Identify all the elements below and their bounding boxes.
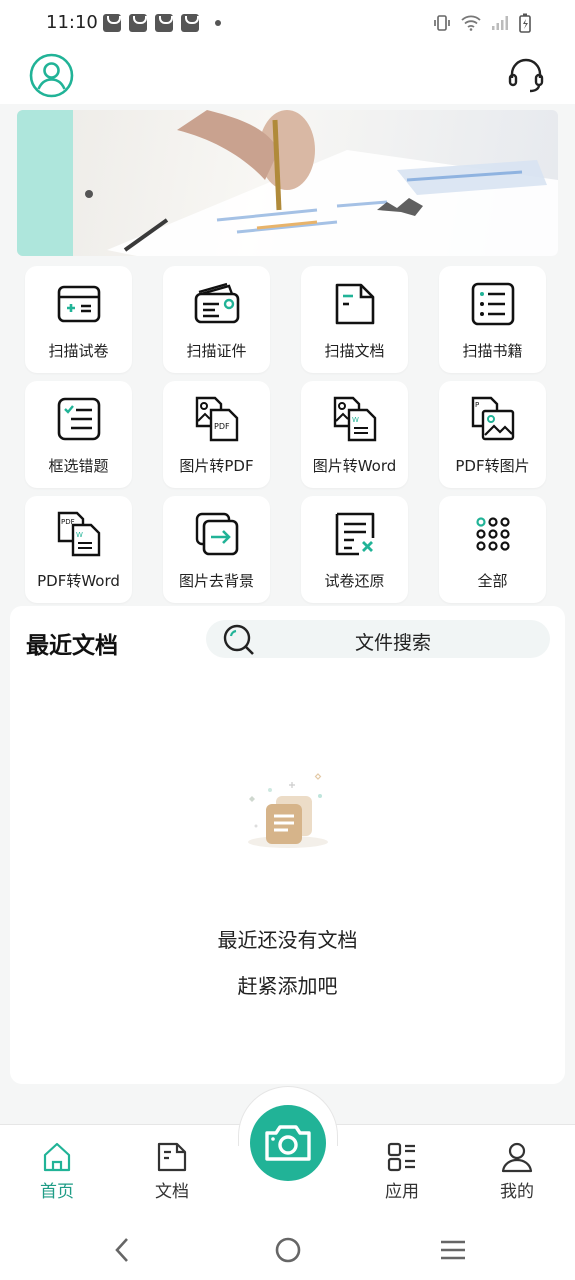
tile-scan-book[interactable]: 扫描书籍 <box>439 266 546 373</box>
shopping-bag-icon <box>129 14 147 32</box>
tile-label: PDF转图片 <box>455 457 530 475</box>
headset-icon[interactable] <box>507 56 545 94</box>
more-notifications-dot-icon <box>215 20 221 26</box>
shopping-bag-icon <box>103 14 121 32</box>
profile-icon <box>501 1142 533 1173</box>
top-bar <box>0 46 575 104</box>
vibrate-icon <box>434 15 450 31</box>
recents-menu-icon[interactable] <box>439 1236 467 1264</box>
shopping-bag-icon <box>181 14 199 32</box>
tile-label: 图片去背景 <box>178 572 254 590</box>
tile-pdf-to-word[interactable]: PDF W PDF转Word <box>25 496 132 603</box>
back-icon[interactable] <box>112 1236 132 1264</box>
nav-label: 应用 <box>385 1182 419 1202</box>
tile-scan-paper[interactable]: 扫描试卷 <box>25 266 132 373</box>
scan-id-icon <box>194 282 239 324</box>
tile-all-apps[interactable]: 全部 <box>439 496 546 603</box>
tile-label: 试卷还原 <box>324 572 385 590</box>
file-search-bar[interactable]: 文件搜索 <box>206 620 550 658</box>
tile-image-to-word[interactable]: W 图片转Word <box>301 381 408 488</box>
status-time: 11:10 <box>46 12 98 33</box>
shopping-bag-icon <box>155 14 173 32</box>
image-to-word-icon: W <box>333 396 376 442</box>
battery-charging-icon <box>519 13 531 33</box>
tile-remove-background[interactable]: 图片去背景 <box>163 496 270 603</box>
pdf-to-image-icon: P <box>471 396 514 441</box>
pdf-to-word-icon: PDFW <box>57 511 100 557</box>
svg-text:PDF: PDF <box>214 422 230 431</box>
tile-label: 图片转PDF <box>179 457 254 475</box>
system-navigation-bar <box>0 1220 575 1280</box>
tile-label: 扫描证件 <box>186 342 247 360</box>
tile-scan-document[interactable]: 扫描文档 <box>301 266 408 373</box>
nav-apps[interactable]: 应用 <box>362 1141 442 1205</box>
tile-label: 扫描文档 <box>324 342 385 360</box>
empty-message: 最近还没有文档 <box>217 928 358 952</box>
remove-background-icon <box>195 512 238 556</box>
scan-paper-icon <box>57 285 100 323</box>
tile-scan-id[interactable]: 扫描证件 <box>163 266 270 373</box>
wifi-icon <box>461 15 481 31</box>
nav-label: 文档 <box>155 1182 189 1202</box>
nav-profile[interactable]: 我的 <box>477 1141 557 1205</box>
tile-label: 全部 <box>477 572 508 590</box>
notification-icons <box>103 14 221 32</box>
user-circle-icon[interactable] <box>29 53 74 98</box>
select-mistakes-icon <box>57 397 100 441</box>
signal-icon <box>492 16 508 30</box>
tile-image-to-pdf[interactable]: PDF 图片转PDF <box>163 381 270 488</box>
promo-banner[interactable] <box>17 110 558 256</box>
nav-documents[interactable]: 文档 <box>132 1141 212 1205</box>
recent-documents-title: 最近文档 <box>26 633 118 659</box>
recent-documents-panel: 最近文档 文件搜索 最近还没有文档 赶紧添加吧 <box>10 606 565 1084</box>
all-apps-icon <box>475 517 510 551</box>
restore-paper-icon <box>335 512 374 556</box>
svg-text:W: W <box>352 416 359 424</box>
tile-label: 扫描书籍 <box>462 342 523 360</box>
search-label: 文件搜索 <box>354 632 431 654</box>
home-icon <box>43 1142 71 1172</box>
svg-text:P: P <box>475 401 479 409</box>
scan-book-icon <box>471 282 514 326</box>
tile-restore-paper[interactable]: 试卷还原 <box>301 496 408 603</box>
banner-image <box>85 110 558 256</box>
camera-icon <box>265 1125 311 1161</box>
tile-pdf-to-image[interactable]: P PDF转图片 <box>439 381 546 488</box>
status-bar: 11:10 <box>0 0 575 46</box>
scan-document-icon <box>335 283 374 325</box>
system-icons <box>433 13 531 33</box>
camera-button[interactable] <box>250 1105 326 1181</box>
tile-label: 图片转Word <box>312 457 397 475</box>
tile-label: 框选错题 <box>48 457 109 475</box>
nav-home[interactable]: 首页 <box>17 1141 97 1205</box>
document-icon <box>157 1142 187 1172</box>
home-circle-icon[interactable] <box>274 1236 302 1264</box>
nav-label: 首页 <box>40 1182 74 1202</box>
tile-select-mistakes[interactable]: 框选错题 <box>25 381 132 488</box>
nav-label: 我的 <box>500 1182 534 1202</box>
empty-hint: 赶紧添加吧 <box>237 974 338 998</box>
image-to-pdf-icon: PDF <box>195 396 238 442</box>
empty-documents-illustration <box>248 773 328 848</box>
apps-icon <box>387 1142 415 1172</box>
tile-label: PDF转Word <box>37 572 120 590</box>
tile-label: 扫描试卷 <box>48 342 109 360</box>
svg-text:W: W <box>76 531 83 539</box>
